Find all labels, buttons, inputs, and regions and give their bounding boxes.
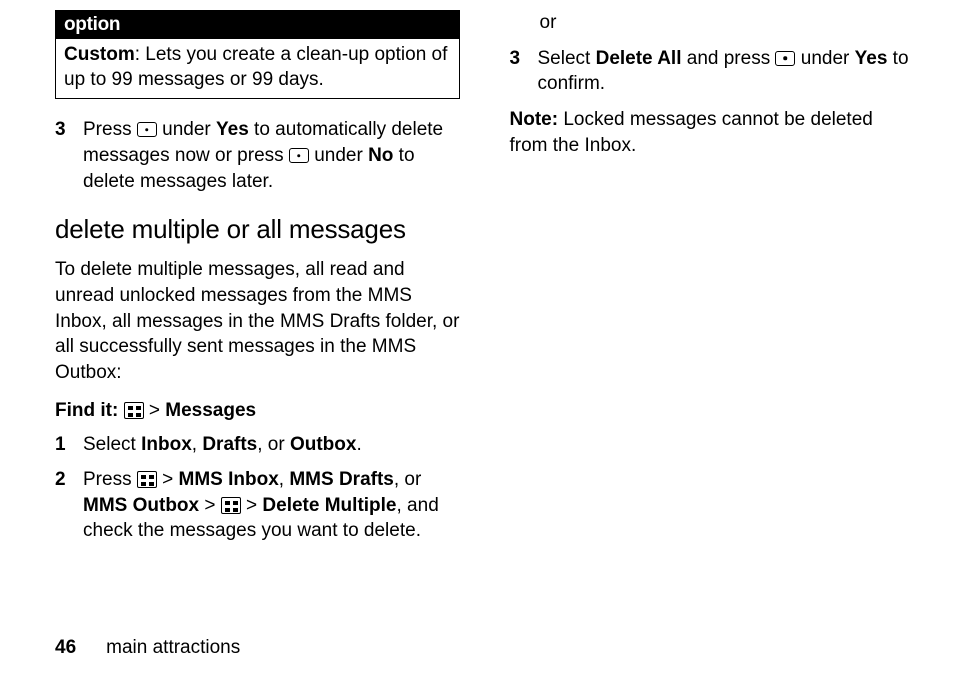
option-body: Custom: Lets you create a clean-up optio… — [56, 39, 459, 98]
outbox-label: Outbox — [290, 434, 357, 455]
page-number: 46 — [55, 637, 76, 658]
text: under — [157, 119, 216, 140]
text: Select — [83, 434, 141, 455]
text: Press — [83, 469, 137, 490]
text: under — [795, 48, 854, 69]
page-content: option Custom: Lets you create a clean-u… — [0, 0, 954, 620]
text: , or — [257, 434, 290, 455]
text: and press — [681, 48, 775, 69]
find-it-line: Find it: > Messages — [55, 400, 460, 422]
step-number: 1 — [55, 432, 69, 458]
note-label: Note: — [510, 109, 559, 130]
gt: > — [157, 469, 179, 490]
note-paragraph: Note: Locked messages cannot be deleted … — [510, 107, 915, 158]
mms-inbox-label: MMS Inbox — [179, 469, 279, 490]
option-table: option Custom: Lets you create a clean-u… — [55, 10, 460, 99]
messages-label: Messages — [165, 400, 256, 421]
yes-label: Yes — [855, 48, 888, 69]
text: , or — [394, 469, 421, 490]
step-number: 2 — [55, 467, 69, 544]
text: , — [279, 469, 290, 490]
text: under — [309, 145, 368, 166]
step-body: Press > MMS Inbox, MMS Drafts, or MMS Ou… — [83, 467, 460, 544]
step-body: Press under Yes to automatically delete … — [83, 117, 460, 194]
or-text: or — [540, 10, 915, 36]
find-it-label: Find it: — [55, 400, 118, 421]
step-number: 3 — [510, 46, 524, 97]
step-body: Select Delete All and press under Yes to… — [538, 46, 915, 97]
left-step-1: 1 Select Inbox, Drafts, or Outbox. — [55, 432, 460, 458]
note-body: Locked messages cannot be deleted from t… — [510, 109, 873, 156]
step-number: 3 — [55, 117, 69, 194]
right-column: or 3 Select Delete All and press under Y… — [510, 10, 915, 620]
mms-outbox-label: MMS Outbox — [83, 495, 199, 516]
text: Select — [538, 48, 596, 69]
softkey-icon — [775, 51, 795, 66]
right-step-3: 3 Select Delete All and press under Yes … — [510, 46, 915, 97]
gt: > — [144, 400, 166, 421]
text: , — [192, 434, 203, 455]
text: . — [356, 434, 361, 455]
drafts-label: Drafts — [202, 434, 257, 455]
option-header: option — [56, 11, 459, 39]
menu-icon — [137, 471, 157, 488]
text: Press — [83, 119, 137, 140]
left-step-2: 2 Press > MMS Inbox, MMS Drafts, or MMS … — [55, 467, 460, 544]
menu-icon — [124, 402, 144, 419]
section-name: main attractions — [106, 637, 240, 658]
no-label: No — [368, 145, 393, 166]
step-body: Select Inbox, Drafts, or Outbox. — [83, 432, 460, 458]
left-step-3: 3 Press under Yes to automatically delet… — [55, 117, 460, 194]
menu-icon — [221, 497, 241, 514]
option-custom-label: Custom — [64, 44, 135, 65]
gt: > — [241, 495, 263, 516]
yes-label: Yes — [216, 119, 249, 140]
gt: > — [199, 495, 221, 516]
intro-paragraph: To delete multiple messages, all read an… — [55, 257, 460, 385]
softkey-icon — [137, 122, 157, 137]
softkey-icon — [289, 148, 309, 163]
page-footer: 46 main attractions — [55, 637, 240, 659]
section-heading: delete multiple or all messages — [55, 214, 460, 245]
mms-drafts-label: MMS Drafts — [289, 469, 394, 490]
delete-all-label: Delete All — [596, 48, 682, 69]
delete-multiple-label: Delete Multiple — [262, 495, 396, 516]
left-column: option Custom: Lets you create a clean-u… — [55, 10, 460, 620]
inbox-label: Inbox — [141, 434, 192, 455]
